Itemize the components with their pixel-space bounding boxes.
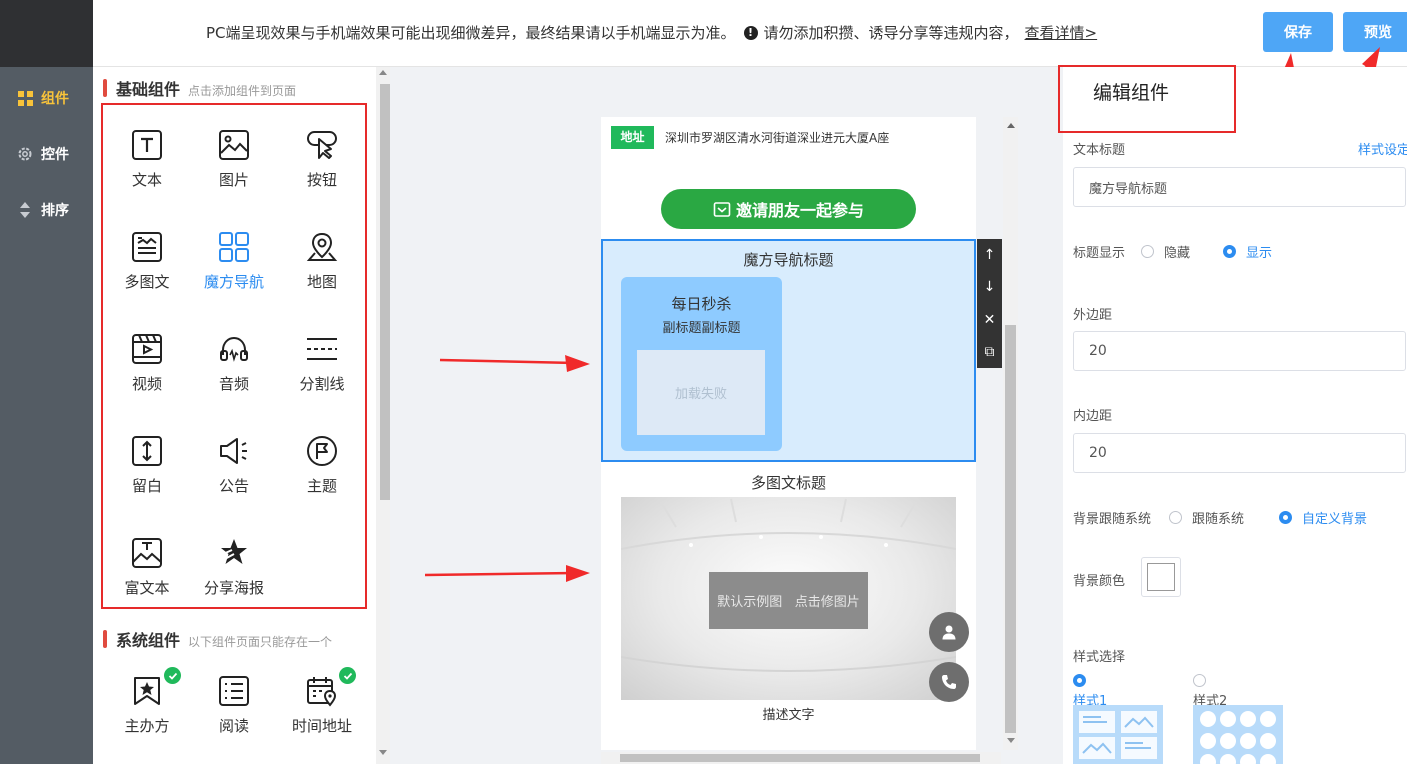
radio-circle-icon [1141, 245, 1154, 258]
title-display-label: 标题显示 [1073, 246, 1126, 261]
radio-circle-icon [1223, 245, 1236, 258]
style-setting-link[interactable]: 样式设定 [1358, 139, 1407, 158]
radio-style-1[interactable] [1073, 674, 1096, 687]
text-title-input[interactable]: 魔方导航标题 [1073, 167, 1406, 207]
bg-color-picker[interactable] [1141, 557, 1181, 597]
radio-circle-icon [1169, 511, 1182, 524]
radio-circle-icon [1073, 674, 1086, 687]
radio-follow-system[interactable]: 跟随系统 [1169, 508, 1244, 527]
radio-circle-icon [1193, 674, 1206, 687]
radio-hide[interactable]: 隐藏 [1141, 242, 1190, 261]
margin-input[interactable]: 20 [1073, 331, 1406, 371]
style-2-preview[interactable] [1193, 705, 1283, 764]
radio-style-2[interactable] [1193, 674, 1216, 687]
padding-label: 内边距 [1073, 409, 1113, 424]
margin-label: 外边距 [1073, 308, 1113, 323]
text-title-label: 文本标题 [1073, 143, 1126, 158]
style-1-preview[interactable] [1073, 705, 1163, 764]
radio-show[interactable]: 显示 [1223, 242, 1272, 261]
radio-custom-bg[interactable]: 自定义背景 [1279, 508, 1367, 527]
style-1-thumbnail-icon [1079, 711, 1157, 759]
editor-title: 编辑组件 [1093, 82, 1170, 104]
padding-input[interactable]: 20 [1073, 433, 1406, 473]
style-select-label: 样式选择 [1073, 650, 1126, 665]
color-swatch [1147, 563, 1175, 591]
bg-follow-label: 背景跟随系统 [1073, 512, 1152, 527]
bg-color-label: 背景颜色 [1073, 574, 1126, 589]
radio-circle-icon [1279, 511, 1292, 524]
style-2-thumbnail-icon [1200, 711, 1276, 764]
